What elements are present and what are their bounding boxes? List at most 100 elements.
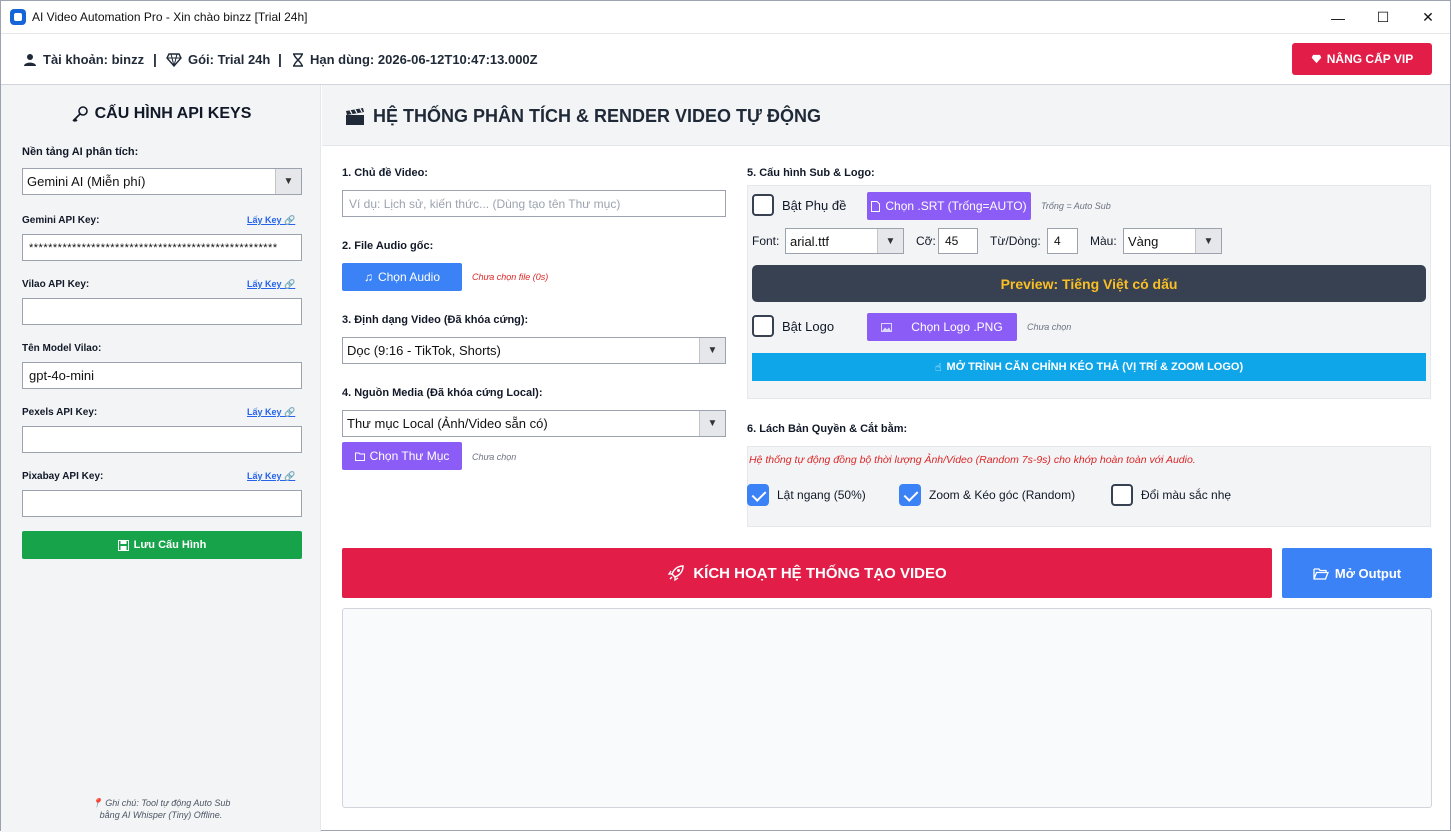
diamond-icon (1311, 54, 1322, 64)
words-per-line-label: Từ/Dòng: (990, 234, 1041, 248)
format-value: Dọc (9:16 - TikTok, Shorts) (347, 343, 501, 358)
words-per-line-input[interactable]: 4 (1047, 228, 1078, 254)
choose-audio-button[interactable]: ♫ Chọn Audio (342, 263, 462, 291)
separator: | (278, 51, 282, 67)
flip-checkbox[interactable] (747, 484, 769, 506)
vilao-key-label: Vilao API Key: (22, 279, 90, 290)
sidebar-title: CẤU HÌNH API KEYS (1, 105, 321, 123)
sidebar-note: 📍 Ghi chú: Tool tự động Auto Sub bằng AI… (1, 797, 321, 821)
chevron-down-icon: ▼ (1195, 229, 1221, 253)
upgrade-vip-label: NÂNG CẤP VIP (1326, 52, 1414, 66)
gemini-get-key-link[interactable]: Lấy Key 🔗 (247, 215, 295, 226)
log-output[interactable] (342, 608, 1432, 808)
upgrade-vip-button[interactable]: NÂNG CẤP VIP (1292, 43, 1432, 75)
choose-srt-button[interactable]: Chọn .SRT (Trống=AUTO) (867, 192, 1031, 220)
audio-status: Chưa chọn file (0s) (472, 272, 549, 282)
account-info: Tài khoản: binzz (23, 52, 144, 67)
topic-input[interactable]: Ví dụ: Lịch sử, kiến thức... (Dùng tạo t… (342, 190, 726, 217)
vilao-key-input[interactable] (22, 298, 302, 325)
logo-checkbox[interactable] (752, 315, 774, 337)
color-value: Vàng (1128, 233, 1159, 249)
font-select[interactable]: arial.ttf ▼ (785, 228, 904, 254)
account-label: Tài khoản: binzz (43, 52, 145, 67)
source-select[interactable]: Thư mục Local (Ảnh/Video sẵn có) ▼ (342, 410, 726, 437)
note-line-1: Ghi chú: Tool tự động Auto Sub (105, 798, 231, 808)
pexels-key-input[interactable] (22, 426, 302, 453)
get-key-text: Lấy Key (247, 215, 282, 225)
size-input[interactable]: 45 (938, 228, 978, 254)
main-title: HỆ THỐNG PHÂN TÍCH & RENDER VIDEO TỰ ĐỘN… (345, 106, 821, 127)
open-align-editor-button[interactable]: ☝ MỞ TRÌNH CĂN CHỈNH KÉO THẢ (VỊ TRÍ & Z… (752, 353, 1426, 381)
run-system-button[interactable]: KÍCH HOẠT HỆ THỐNG TẠO VIDEO (342, 548, 1272, 598)
pixabay-key-input[interactable] (22, 490, 302, 517)
close-button[interactable]: ✕ (1405, 1, 1451, 34)
maximize-button[interactable]: ☐ (1360, 1, 1406, 34)
pexels-key-label: Pexels API Key: (22, 407, 98, 418)
color-select[interactable]: Vàng ▼ (1123, 228, 1222, 254)
plan-label: Gói: Trial 24h (188, 52, 271, 67)
hand-icon: ☝ (934, 361, 942, 374)
choose-audio-label: Chọn Audio (377, 270, 441, 284)
minimize-button[interactable]: — (1315, 1, 1361, 34)
platform-label: Nền tảng AI phân tích: (22, 146, 139, 158)
main-header: HỆ THỐNG PHÂN TÍCH & RENDER VIDEO TỰ ĐỘN… (322, 85, 1450, 146)
choose-srt-label: Chọn .SRT (Trống=AUTO) (885, 199, 1027, 213)
zoom-label: Zoom & Kéo góc (Random) (929, 488, 1076, 502)
chevron-down-icon: ▼ (275, 169, 301, 194)
zoom-checkbox[interactable] (899, 484, 921, 506)
save-config-label: Lưu Cấu Hình (133, 539, 207, 551)
run-system-label: KÍCH HOẠT HỆ THỐNG TẠO VIDEO (693, 564, 947, 582)
format-label: 3. Định dạng Video (Đã khóa cứng): (342, 314, 529, 326)
flip-label: Lật ngang (50%) (777, 488, 866, 502)
hourglass-icon (292, 52, 304, 67)
platform-select[interactable]: Gemini AI (Miễn phí) ▼ (22, 168, 302, 195)
save-config-button[interactable]: Lưu Cấu Hình (22, 531, 302, 559)
topic-label: 1. Chủ đề Video: (342, 167, 428, 179)
pixabay-get-key-link[interactable]: Lấy Key 🔗 (247, 471, 295, 482)
sidebar-title-text: CẤU HÌNH API KEYS (94, 105, 252, 122)
link-icon: 🔗 (284, 279, 296, 289)
vilao-get-key-link[interactable]: Lấy Key 🔗 (247, 279, 295, 290)
format-select[interactable]: Dọc (9:16 - TikTok, Shorts) ▼ (342, 337, 726, 364)
pin-icon: 📍 (91, 798, 103, 808)
floppy-icon (117, 539, 129, 551)
chevron-down-icon: ▼ (877, 229, 903, 253)
choose-logo-button[interactable]: Chọn Logo .PNG (867, 313, 1017, 341)
key-icon (71, 105, 89, 123)
rocket-icon (667, 564, 685, 582)
app-window: AI Video Automation Pro - Xin chào binzz… (0, 0, 1451, 832)
platform-value: Gemini AI (Miễn phí) (27, 174, 146, 189)
gemini-key-input[interactable]: ****************************************… (22, 234, 302, 261)
note-line-2: bằng AI Whisper (Tiny) Offline. (99, 810, 223, 820)
music-icon: ♫ (363, 270, 373, 284)
font-value: arial.ttf (790, 233, 830, 249)
folder-status: Chưa chọn (472, 452, 517, 462)
account-header: Tài khoản: binzz | Gói: Trial 24h | Hạn … (1, 34, 1450, 85)
color-shift-checkbox[interactable] (1111, 484, 1133, 506)
link-icon: 🔗 (284, 471, 296, 481)
gemini-key-label: Gemini API Key: (22, 215, 100, 226)
open-output-label: Mở Output (1334, 565, 1402, 581)
get-key-text: Lấy Key (247, 471, 282, 481)
file-icon (871, 200, 881, 212)
open-output-button[interactable]: Mở Output (1282, 548, 1432, 598)
model-input[interactable]: gpt-4o-mini (22, 362, 302, 389)
link-icon: 🔗 (284, 407, 296, 417)
choose-logo-label: Chọn Logo .PNG (911, 320, 1003, 334)
audio-label: 2. File Audio gốc: (342, 240, 434, 252)
sub-logo-label: 5. Cấu hình Sub & Logo: (747, 167, 875, 179)
source-value: Thư mục Local (Ảnh/Video sẵn có) (347, 416, 548, 431)
logo-status: Chưa chọn (1027, 322, 1072, 332)
api-config-sidebar: CẤU HÌNH API KEYS Nền tảng AI phân tích:… (1, 85, 321, 832)
copyright-hint: Hệ thống tự động đồng bộ thời lượng Ảnh/… (749, 454, 1196, 466)
color-shift-label: Đổi màu sắc nhẹ (1141, 488, 1232, 502)
srt-hint: Trống = Auto Sub (1041, 201, 1111, 211)
pexels-get-key-link[interactable]: Lấy Key 🔗 (247, 407, 295, 418)
choose-folder-button[interactable]: Chọn Thư Mục (342, 442, 462, 470)
chevron-down-icon: ▼ (699, 338, 725, 363)
subtitle-label: Bật Phụ đề (782, 198, 847, 213)
subtitle-checkbox[interactable] (752, 194, 774, 216)
expiry-info: Hạn dùng: 2026-06-12T10:47:13.000Z (292, 52, 538, 67)
user-icon (23, 53, 37, 67)
open-align-editor-label: MỞ TRÌNH CĂN CHỈNH KÉO THẢ (VỊ TRÍ & ZOO… (946, 361, 1244, 373)
